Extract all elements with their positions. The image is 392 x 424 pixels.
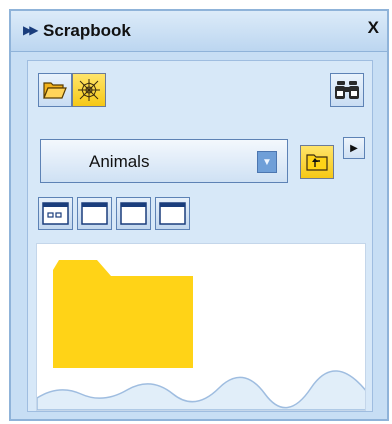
up-level-folder-icon bbox=[306, 154, 328, 171]
spiderweb-icon bbox=[78, 79, 100, 101]
double-arrow-right-icon[interactable]: ▶▶ bbox=[23, 23, 39, 37]
triangle-right-icon: ▶ bbox=[350, 142, 358, 154]
scrapbook-body: Animals ▼ ▶ bbox=[27, 60, 373, 412]
up-level-button[interactable] bbox=[300, 145, 334, 179]
folder-icon[interactable] bbox=[53, 260, 197, 368]
layout-thumbnails-button[interactable] bbox=[38, 197, 73, 230]
torn-edge-decoration bbox=[37, 370, 365, 410]
scrapbook-content bbox=[36, 243, 366, 411]
panel-title: Scrapbook bbox=[43, 21, 131, 40]
layout-button-3[interactable] bbox=[116, 197, 151, 230]
layout-blank-icon bbox=[81, 202, 108, 225]
scrapbook-panel: ▶▶ Scrapbook X Animals ▼ ▶ bbox=[9, 9, 389, 421]
layout-blank-icon bbox=[159, 202, 186, 225]
close-button[interactable]: X bbox=[368, 18, 379, 38]
open-folder-icon bbox=[43, 82, 67, 99]
category-value: Animals bbox=[89, 152, 150, 171]
title-bar: ▶▶ Scrapbook X bbox=[11, 11, 387, 52]
chevron-down-icon[interactable]: ▼ bbox=[257, 151, 277, 173]
layout-button-4[interactable] bbox=[155, 197, 190, 230]
layout-thumbnails-icon bbox=[42, 202, 69, 225]
category-dropdown[interactable]: Animals ▼ bbox=[40, 139, 288, 183]
open-folder-button[interactable] bbox=[38, 73, 72, 107]
binoculars-icon bbox=[335, 81, 359, 99]
layout-button-2[interactable] bbox=[77, 197, 112, 230]
layout-blank-icon bbox=[120, 202, 147, 225]
web-button[interactable] bbox=[72, 73, 106, 107]
search-button[interactable] bbox=[330, 73, 364, 107]
expand-button[interactable]: ▶ bbox=[343, 137, 365, 159]
